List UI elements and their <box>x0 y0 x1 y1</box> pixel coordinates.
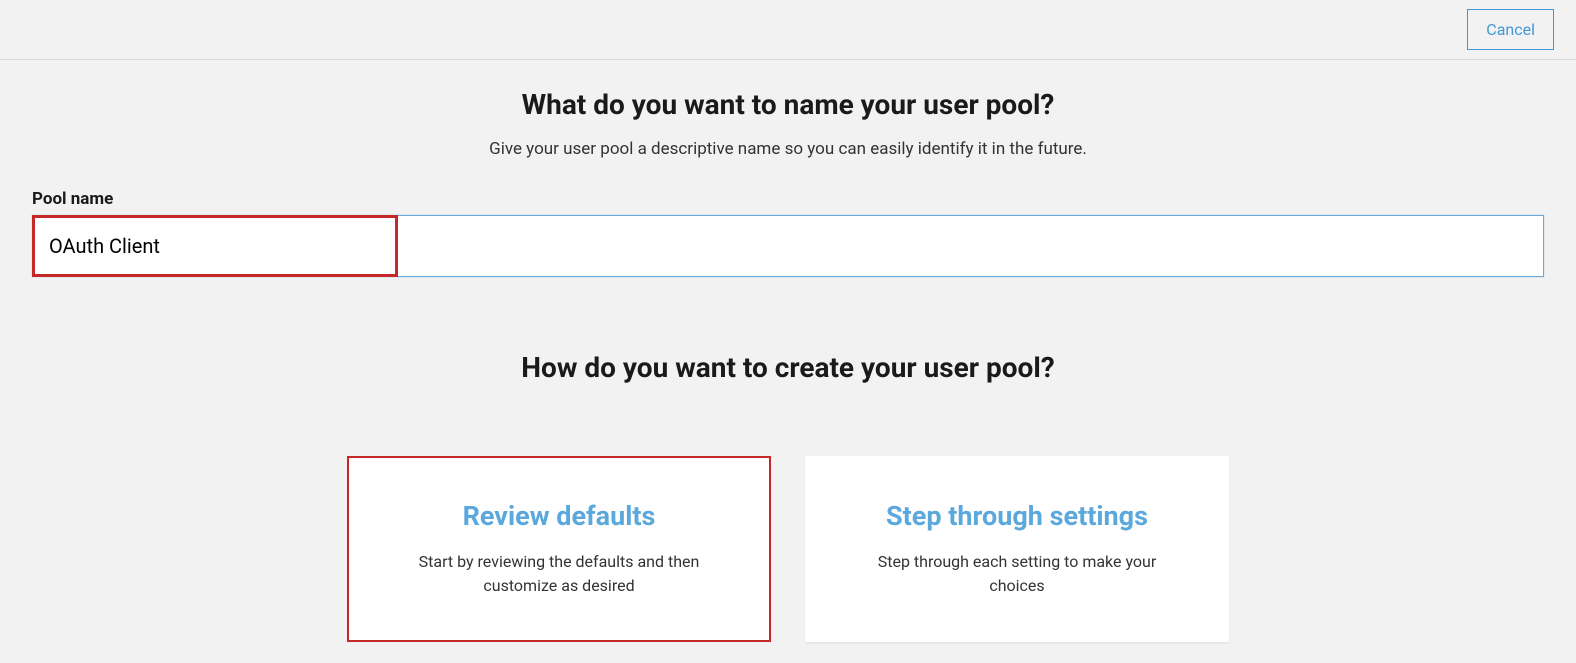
step-through-settings-desc: Step through each setting to make your c… <box>849 550 1185 598</box>
pool-name-input[interactable] <box>32 215 1544 277</box>
main-content: What do you want to name your user pool?… <box>0 60 1576 642</box>
review-defaults-card[interactable]: Review defaults Start by reviewing the d… <box>347 456 771 642</box>
header-bar: Cancel <box>0 0 1576 60</box>
step-through-settings-title: Step through settings <box>886 500 1148 532</box>
review-defaults-desc: Start by reviewing the defaults and then… <box>393 550 725 598</box>
review-defaults-title: Review defaults <box>463 500 656 532</box>
cancel-button[interactable]: Cancel <box>1467 9 1554 50</box>
step-through-settings-card[interactable]: Step through settings Step through each … <box>805 456 1229 642</box>
pool-name-label: Pool name <box>32 189 1544 209</box>
create-pool-heading: How do you want to create your user pool… <box>32 351 1544 384</box>
options-row: Review defaults Start by reviewing the d… <box>32 456 1544 642</box>
name-pool-heading: What do you want to name your user pool? <box>32 88 1544 121</box>
name-pool-subtext: Give your user pool a descriptive name s… <box>32 139 1544 159</box>
pool-name-input-wrapper <box>32 215 1544 277</box>
